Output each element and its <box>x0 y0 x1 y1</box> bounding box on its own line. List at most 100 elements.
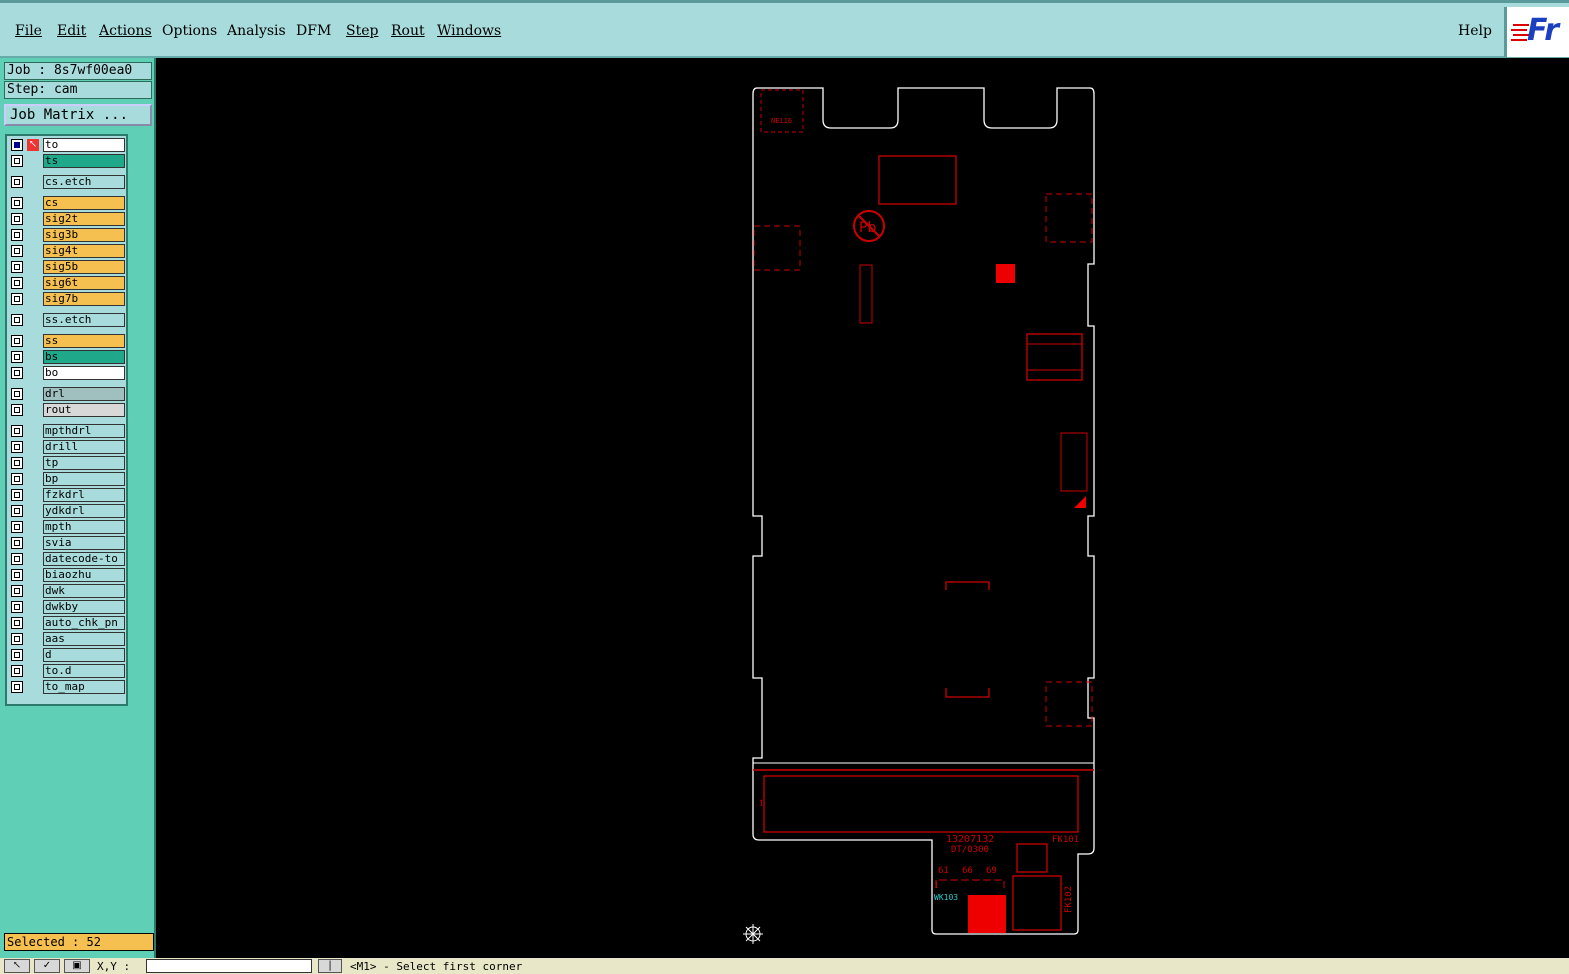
layer-row-to[interactable]: to ↖ <box>9 138 127 153</box>
layer-name[interactable]: sig7b <box>43 292 125 306</box>
layer-checkbox[interactable] <box>11 229 23 241</box>
layer-checkbox[interactable] <box>11 441 23 453</box>
select-tool-icon[interactable]: ↖ <box>4 959 30 973</box>
layer-row-ss.etch[interactable]: ss.etch <box>9 313 127 328</box>
menu-windows[interactable]: Windows <box>437 23 501 39</box>
layer-checkbox[interactable] <box>11 351 23 363</box>
layer-checkbox[interactable] <box>11 649 23 661</box>
menu-analysis[interactable]: Analysis <box>227 23 286 39</box>
layer-checkbox[interactable] <box>11 404 23 416</box>
layer-checkbox[interactable] <box>11 197 23 209</box>
layer-row-drl[interactable]: drl <box>9 387 127 402</box>
layer-checkbox[interactable] <box>11 388 23 400</box>
layer-row-cs.etch[interactable]: cs.etch <box>9 175 127 190</box>
layer-checkbox[interactable] <box>11 457 23 469</box>
graphics-canvas[interactable]: NE116 Pb 1 13207132 DT/O300 FK101 61 66 … <box>156 58 1569 958</box>
layer-name[interactable]: mpth <box>43 520 125 534</box>
menu-dfm[interactable]: DFM <box>296 23 331 39</box>
layer-row-ss[interactable]: ss <box>9 334 127 349</box>
layer-row-sig3b[interactable]: sig3b <box>9 228 127 243</box>
layer-name[interactable]: to <box>43 138 125 152</box>
layer-name[interactable]: tp <box>43 456 125 470</box>
layer-name[interactable]: biaozhu <box>43 568 125 582</box>
menu-help[interactable]: Help <box>1458 23 1492 39</box>
layer-name[interactable]: aas <box>43 632 125 646</box>
layer-row-mpth[interactable]: mpth <box>9 520 127 535</box>
layer-checkbox[interactable] <box>11 277 23 289</box>
layer-name[interactable]: datecode-to <box>43 552 125 566</box>
layer-name[interactable]: ydkdrl <box>43 504 125 518</box>
layer-name[interactable]: ts <box>43 154 125 168</box>
layer-checkbox[interactable] <box>11 553 23 565</box>
layer-name[interactable]: sig6t <box>43 276 125 290</box>
layer-name[interactable]: to.d <box>43 664 125 678</box>
menu-file[interactable]: File <box>15 23 42 39</box>
layer-checkbox[interactable] <box>11 617 23 629</box>
layer-checkbox[interactable] <box>11 425 23 437</box>
layer-row-dwkby[interactable]: dwkby <box>9 600 127 615</box>
layer-row-d[interactable]: d <box>9 648 127 663</box>
layer-checkbox[interactable] <box>11 537 23 549</box>
menu-edit[interactable]: Edit <box>57 23 86 39</box>
layer-row-drill[interactable]: drill <box>9 440 127 455</box>
layer-name[interactable]: mpthdrl <box>43 424 125 438</box>
layer-row-bo[interactable]: bo <box>9 366 127 381</box>
layer-name[interactable]: drill <box>43 440 125 454</box>
layer-row-bp[interactable]: bp <box>9 472 127 487</box>
layer-checkbox[interactable] <box>11 633 23 645</box>
layer-checkbox[interactable] <box>11 665 23 677</box>
job-matrix-button[interactable]: Job Matrix ... <box>4 104 152 126</box>
layer-row-mpthdrl[interactable]: mpthdrl <box>9 424 127 439</box>
layer-checkbox[interactable] <box>11 176 23 188</box>
xy-input[interactable] <box>146 959 312 973</box>
layer-checkbox[interactable] <box>11 213 23 225</box>
layer-row-sig4t[interactable]: sig4t <box>9 244 127 259</box>
layer-row-sig7b[interactable]: sig7b <box>9 292 127 307</box>
layer-row-cs[interactable]: cs <box>9 196 127 211</box>
layer-name[interactable]: ss.etch <box>43 313 125 327</box>
layer-row-tp[interactable]: tp <box>9 456 127 471</box>
pcb-board-view[interactable]: NE116 Pb 1 13207132 DT/O300 FK101 61 66 … <box>156 58 1569 958</box>
layer-name[interactable]: sig3b <box>43 228 125 242</box>
layer-name[interactable]: ss <box>43 334 125 348</box>
layer-name[interactable]: bs <box>43 350 125 364</box>
layer-row-rout[interactable]: rout <box>9 403 127 418</box>
layer-row-to_map[interactable]: to_map <box>9 680 127 695</box>
layer-name[interactable]: svia <box>43 536 125 550</box>
layer-row-sig5b[interactable]: sig5b <box>9 260 127 275</box>
layers-tool-icon[interactable]: ▣ <box>64 959 90 973</box>
check-tool-icon[interactable]: ✓ <box>34 959 60 973</box>
menu-rout[interactable]: Rout <box>391 23 425 39</box>
layer-name[interactable]: auto_chk_pn <box>43 616 125 630</box>
layer-name[interactable]: fzkdrl <box>43 488 125 502</box>
layer-checkbox[interactable] <box>11 521 23 533</box>
layer-row-aas[interactable]: aas <box>9 632 127 647</box>
layer-name[interactable]: cs.etch <box>43 175 125 189</box>
layer-checkbox[interactable] <box>11 367 23 379</box>
layer-checkbox[interactable] <box>11 261 23 273</box>
menu-step[interactable]: Step <box>346 23 378 39</box>
layer-checkbox[interactable] <box>11 489 23 501</box>
layer-checkbox[interactable] <box>11 569 23 581</box>
layer-row-fzkdrl[interactable]: fzkdrl <box>9 488 127 503</box>
menu-actions[interactable]: Actions <box>99 23 152 39</box>
layer-row-dwk[interactable]: dwk <box>9 584 127 599</box>
layer-checkbox[interactable] <box>11 681 23 693</box>
layer-name[interactable]: rout <box>43 403 125 417</box>
layer-checkbox[interactable] <box>11 335 23 347</box>
layer-checkbox[interactable] <box>11 293 23 305</box>
layer-name[interactable]: cs <box>43 196 125 210</box>
layer-checkbox[interactable] <box>11 155 23 167</box>
layer-row-ts[interactable]: ts <box>9 154 127 169</box>
layer-name[interactable]: to_map <box>43 680 125 694</box>
layer-checkbox[interactable] <box>11 505 23 517</box>
layer-name[interactable]: d <box>43 648 125 662</box>
layer-row-ydkdrl[interactable]: ydkdrl <box>9 504 127 519</box>
layer-name[interactable]: sig5b <box>43 260 125 274</box>
layer-name[interactable]: drl <box>43 387 125 401</box>
layer-name[interactable]: dwk <box>43 584 125 598</box>
layer-checkbox[interactable] <box>11 314 23 326</box>
layer-row-datecode-to[interactable]: datecode-to <box>9 552 127 567</box>
layer-checkbox[interactable] <box>11 601 23 613</box>
pin-tool-icon[interactable]: | <box>318 959 342 973</box>
